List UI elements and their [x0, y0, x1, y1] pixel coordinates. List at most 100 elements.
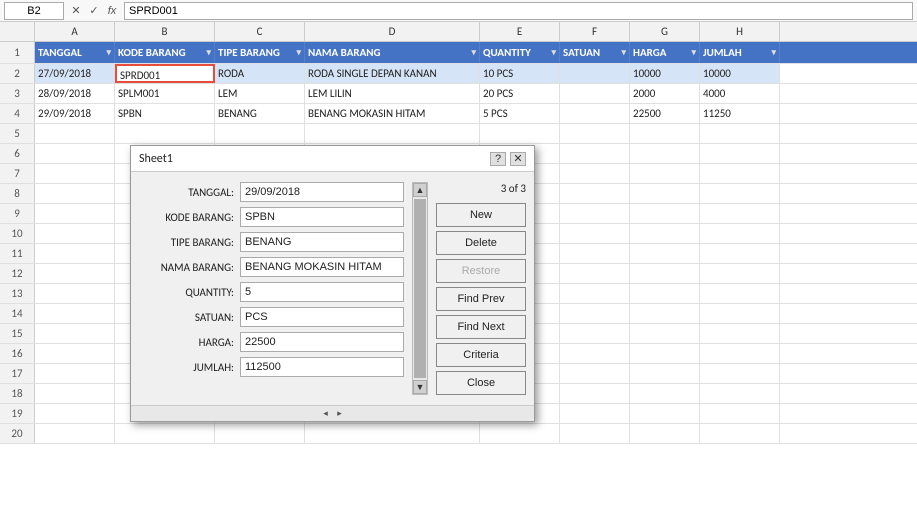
- cell-F2[interactable]: [560, 64, 630, 83]
- cell-E3[interactable]: 20 PCS: [480, 84, 560, 103]
- dropdown-arrow[interactable]: ▾: [206, 42, 211, 63]
- nama-barang-field[interactable]: [240, 257, 404, 277]
- cell-G4[interactable]: 22500: [630, 104, 700, 123]
- cell-F3[interactable]: [560, 84, 630, 103]
- header-kode-barang[interactable]: KODE BARANG ▾: [115, 42, 215, 63]
- field-row-nama-barang: NAMA BARANG:: [139, 257, 404, 277]
- header-tanggal[interactable]: TANGGAL ▾: [35, 42, 115, 63]
- name-box[interactable]: [4, 2, 64, 20]
- label-jumlah: JUMLAH:: [139, 361, 234, 374]
- cell-C3[interactable]: LEM: [215, 84, 305, 103]
- dialog-scrollbar[interactable]: ▲ ▼: [412, 182, 428, 395]
- fx-icon[interactable]: fx: [104, 3, 120, 19]
- row-num-header: [0, 22, 35, 41]
- cell-B3[interactable]: SPLM001: [115, 84, 215, 103]
- header-harga[interactable]: HARGA ▾: [630, 42, 700, 63]
- cell-F4[interactable]: [560, 104, 630, 123]
- dropdown-arrow[interactable]: ▾: [106, 42, 111, 63]
- formula-bar: ✕ ✓ fx: [0, 0, 917, 22]
- scroll-up-arrow[interactable]: ▲: [413, 183, 427, 197]
- cell-H3[interactable]: 4000: [700, 84, 780, 103]
- cell-A5[interactable]: [35, 124, 115, 143]
- col-headers-row: A B C D E F G H: [0, 22, 917, 42]
- table-row: 2 27/09/2018 SPRD001 RODA RODA SINGLE DE…: [0, 64, 917, 84]
- cell-A2[interactable]: 27/09/2018: [35, 64, 115, 83]
- dialog-buttons: 3 of 3 New Delete Restore Find Prev Find…: [436, 182, 526, 395]
- cell-G3[interactable]: 2000: [630, 84, 700, 103]
- tipe-barang-field[interactable]: [240, 232, 404, 252]
- cell-C4[interactable]: BENANG: [215, 104, 305, 123]
- restore-button[interactable]: Restore: [436, 259, 526, 283]
- row-num-14: 14: [0, 304, 35, 323]
- kode-barang-field[interactable]: [240, 207, 404, 227]
- row-num-18: 18: [0, 384, 35, 403]
- satuan-field[interactable]: [240, 307, 404, 327]
- jumlah-field[interactable]: [240, 357, 404, 377]
- find-prev-button[interactable]: Find Prev: [436, 287, 526, 311]
- row-num-4: 4: [0, 104, 35, 123]
- col-header-H[interactable]: H: [700, 22, 780, 41]
- new-button[interactable]: New: [436, 203, 526, 227]
- cell-B2[interactable]: SPRD001: [115, 64, 215, 83]
- field-row-quantity: QUANTITY:: [139, 282, 404, 302]
- cell-D2[interactable]: RODA SINGLE DEPAN KANAN: [305, 64, 480, 83]
- col-header-F[interactable]: F: [560, 22, 630, 41]
- dropdown-arrow[interactable]: ▾: [551, 42, 556, 63]
- confirm-icon[interactable]: ✓: [86, 3, 102, 19]
- cell-E2[interactable]: 10 PCS: [480, 64, 560, 83]
- cell-H2[interactable]: 10000: [700, 64, 780, 83]
- col-header-A[interactable]: A: [35, 22, 115, 41]
- cell-G2[interactable]: 10000: [630, 64, 700, 83]
- harga-field[interactable]: [240, 332, 404, 352]
- scroll-left-arrow[interactable]: ◂: [319, 407, 333, 421]
- col-header-G[interactable]: G: [630, 22, 700, 41]
- scroll-thumb[interactable]: [414, 199, 426, 378]
- label-quantity: QUANTITY:: [139, 286, 234, 299]
- col-header-D[interactable]: D: [305, 22, 480, 41]
- row-num-11: 11: [0, 244, 35, 263]
- col-header-B[interactable]: B: [115, 22, 215, 41]
- header-nama-barang[interactable]: NAMA BARANG ▾: [305, 42, 480, 63]
- header-jumlah[interactable]: JUMLAH ▾: [700, 42, 780, 63]
- dialog-title-icons: ? ✕: [490, 152, 526, 166]
- cell-C2[interactable]: RODA: [215, 64, 305, 83]
- close-button[interactable]: Close: [436, 371, 526, 395]
- formula-input[interactable]: [124, 2, 913, 20]
- dropdown-arrow[interactable]: ▾: [471, 42, 476, 63]
- cell-E4[interactable]: 5 PCS: [480, 104, 560, 123]
- dropdown-arrow[interactable]: ▾: [296, 42, 301, 63]
- scroll-right-arrow[interactable]: ▸: [333, 407, 347, 421]
- quantity-field[interactable]: [240, 282, 404, 302]
- cell-H4[interactable]: 11250: [700, 104, 780, 123]
- header-tipe-barang[interactable]: TIPE BARANG ▾: [215, 42, 305, 63]
- find-next-button[interactable]: Find Next: [436, 315, 526, 339]
- header-quantity[interactable]: QUANTITY ▾: [480, 42, 560, 63]
- field-row-tanggal: TANGGAL:: [139, 182, 404, 202]
- row-num-10: 10: [0, 224, 35, 243]
- cancel-icon[interactable]: ✕: [68, 3, 84, 19]
- label-tanggal: TANGGAL:: [139, 186, 234, 199]
- dropdown-arrow[interactable]: ▾: [771, 42, 776, 63]
- cell-A4[interactable]: 29/09/2018: [35, 104, 115, 123]
- col-header-E[interactable]: E: [480, 22, 560, 41]
- dropdown-arrow[interactable]: ▾: [691, 42, 696, 63]
- dialog-fields: TANGGAL: KODE BARANG: TIPE BARANG: NAMA …: [139, 182, 404, 395]
- row-num-6: 6: [0, 144, 35, 163]
- header-satuan[interactable]: SATUAN ▾: [560, 42, 630, 63]
- dialog-close-title-button[interactable]: ✕: [510, 152, 526, 166]
- dialog-help-button[interactable]: ?: [490, 152, 506, 166]
- delete-button[interactable]: Delete: [436, 231, 526, 255]
- dropdown-arrow[interactable]: ▾: [621, 42, 626, 63]
- scroll-down-arrow[interactable]: ▼: [413, 380, 427, 394]
- criteria-button[interactable]: Criteria: [436, 343, 526, 367]
- cell-D3[interactable]: LEM LILIN: [305, 84, 480, 103]
- table-row: 3 28/09/2018 SPLM001 LEM LEM LILIN 20 PC…: [0, 84, 917, 104]
- table-row: 5: [0, 124, 917, 144]
- row-num-16: 16: [0, 344, 35, 363]
- cell-A3[interactable]: 28/09/2018: [35, 84, 115, 103]
- cell-D4[interactable]: BENANG MOKASIN HITAM: [305, 104, 480, 123]
- tanggal-field[interactable]: [240, 182, 404, 202]
- cell-B4[interactable]: SPBN: [115, 104, 215, 123]
- row-num-17: 17: [0, 364, 35, 383]
- col-header-C[interactable]: C: [215, 22, 305, 41]
